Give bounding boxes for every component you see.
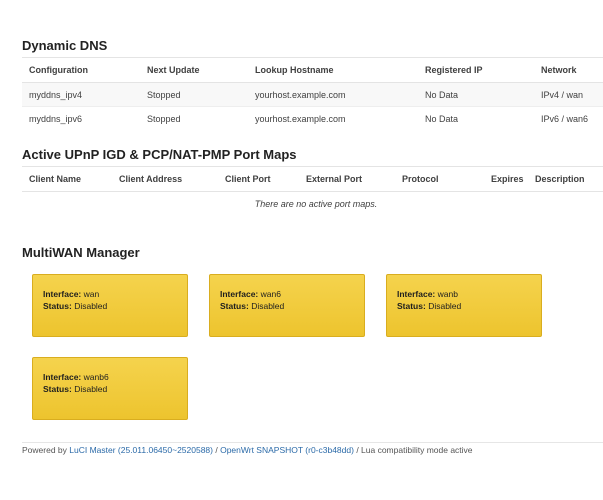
column-header-external-port[interactable]: External Port [299,166,395,192]
status-label: Status: [43,301,72,311]
cell-registered-ip: No Data [418,106,534,131]
column-header-registered-ip[interactable]: Registered IP [418,57,534,83]
column-header-configuration[interactable]: Configuration [22,57,140,83]
column-header-client-port[interactable]: Client Port [218,166,299,192]
upnp-table-header: Client Name Client Address Client Port E… [22,166,603,192]
interface-value: wanb6 [83,372,109,382]
luci-link[interactable]: LuCI Master (25.011.06450~2520588) [69,445,213,455]
cell-network: IPv6 / wan6 [534,106,603,131]
interface-card-wanb6[interactable]: Interface: wanb6 Status: Disabled [32,357,188,420]
cell-lookup-hostname: yourhost.example.com [248,106,418,131]
column-header-expires[interactable]: Expires [484,166,528,192]
cell-next-update: Stopped [140,82,248,107]
status-label: Status: [43,384,72,394]
ddns-table: Configuration Next Update Lookup Hostnam… [22,57,603,131]
openwrt-link[interactable]: OpenWrt SNAPSHOT (r0-c3b48dd) [220,445,354,455]
status-label: Status: [397,301,426,311]
interface-card-wan[interactable]: Interface: wan Status: Disabled [32,274,188,337]
column-header-next-update[interactable]: Next Update [140,57,248,83]
upnp-section-title: Active UPnP IGD & PCP/NAT-PMP Port Maps [22,147,297,162]
status-label: Status: [220,301,249,311]
cell-network: IPv4 / wan [534,82,603,107]
cell-configuration: myddns_ipv6 [22,106,140,131]
column-header-protocol[interactable]: Protocol [395,166,484,192]
table-row: myddns_ipv4 Stopped yourhost.example.com… [22,82,603,107]
interface-label: Interface: [43,372,82,382]
column-header-lookup-hostname[interactable]: Lookup Hostname [248,57,418,83]
interface-label: Interface: [43,289,82,299]
status-value: Disabled [74,301,108,311]
upnp-table: Client Name Client Address Client Port E… [22,166,603,216]
cell-registered-ip: No Data [418,82,534,107]
footer-suffix: / Lua compatibility mode active [353,445,473,455]
cell-next-update: Stopped [140,106,248,131]
column-header-client-name[interactable]: Client Name [22,166,112,192]
empty-row: There are no active port maps. [22,192,603,216]
ddns-section-title: Dynamic DNS [22,38,108,53]
cell-lookup-hostname: yourhost.example.com [248,82,418,107]
column-header-description[interactable]: Description [528,166,603,192]
interface-value: wan [83,289,100,299]
column-header-network[interactable]: Network [534,57,603,83]
interface-label: Interface: [397,289,436,299]
status-value: Disabled [428,301,462,311]
mwan-section-title: MultiWAN Manager [22,245,140,260]
status-value: Disabled [74,384,108,394]
column-header-client-address[interactable]: Client Address [112,166,218,192]
interface-value: wanb [437,289,458,299]
status-value: Disabled [251,301,285,311]
footer-powered-by: Powered by [22,445,70,455]
interface-card-wanb[interactable]: Interface: wanb Status: Disabled [386,274,542,337]
footer: Powered by LuCI Master (25.011.06450~252… [22,442,603,455]
empty-port-maps-text: There are no active port maps. [254,198,378,209]
interface-card-wan6[interactable]: Interface: wan6 Status: Disabled [209,274,365,337]
interface-value: wan6 [260,289,281,299]
interface-label: Interface: [220,289,259,299]
table-row: myddns_ipv6 Stopped yourhost.example.com… [22,106,603,131]
cell-configuration: myddns_ipv4 [22,82,140,107]
ddns-table-header: Configuration Next Update Lookup Hostnam… [22,57,603,83]
